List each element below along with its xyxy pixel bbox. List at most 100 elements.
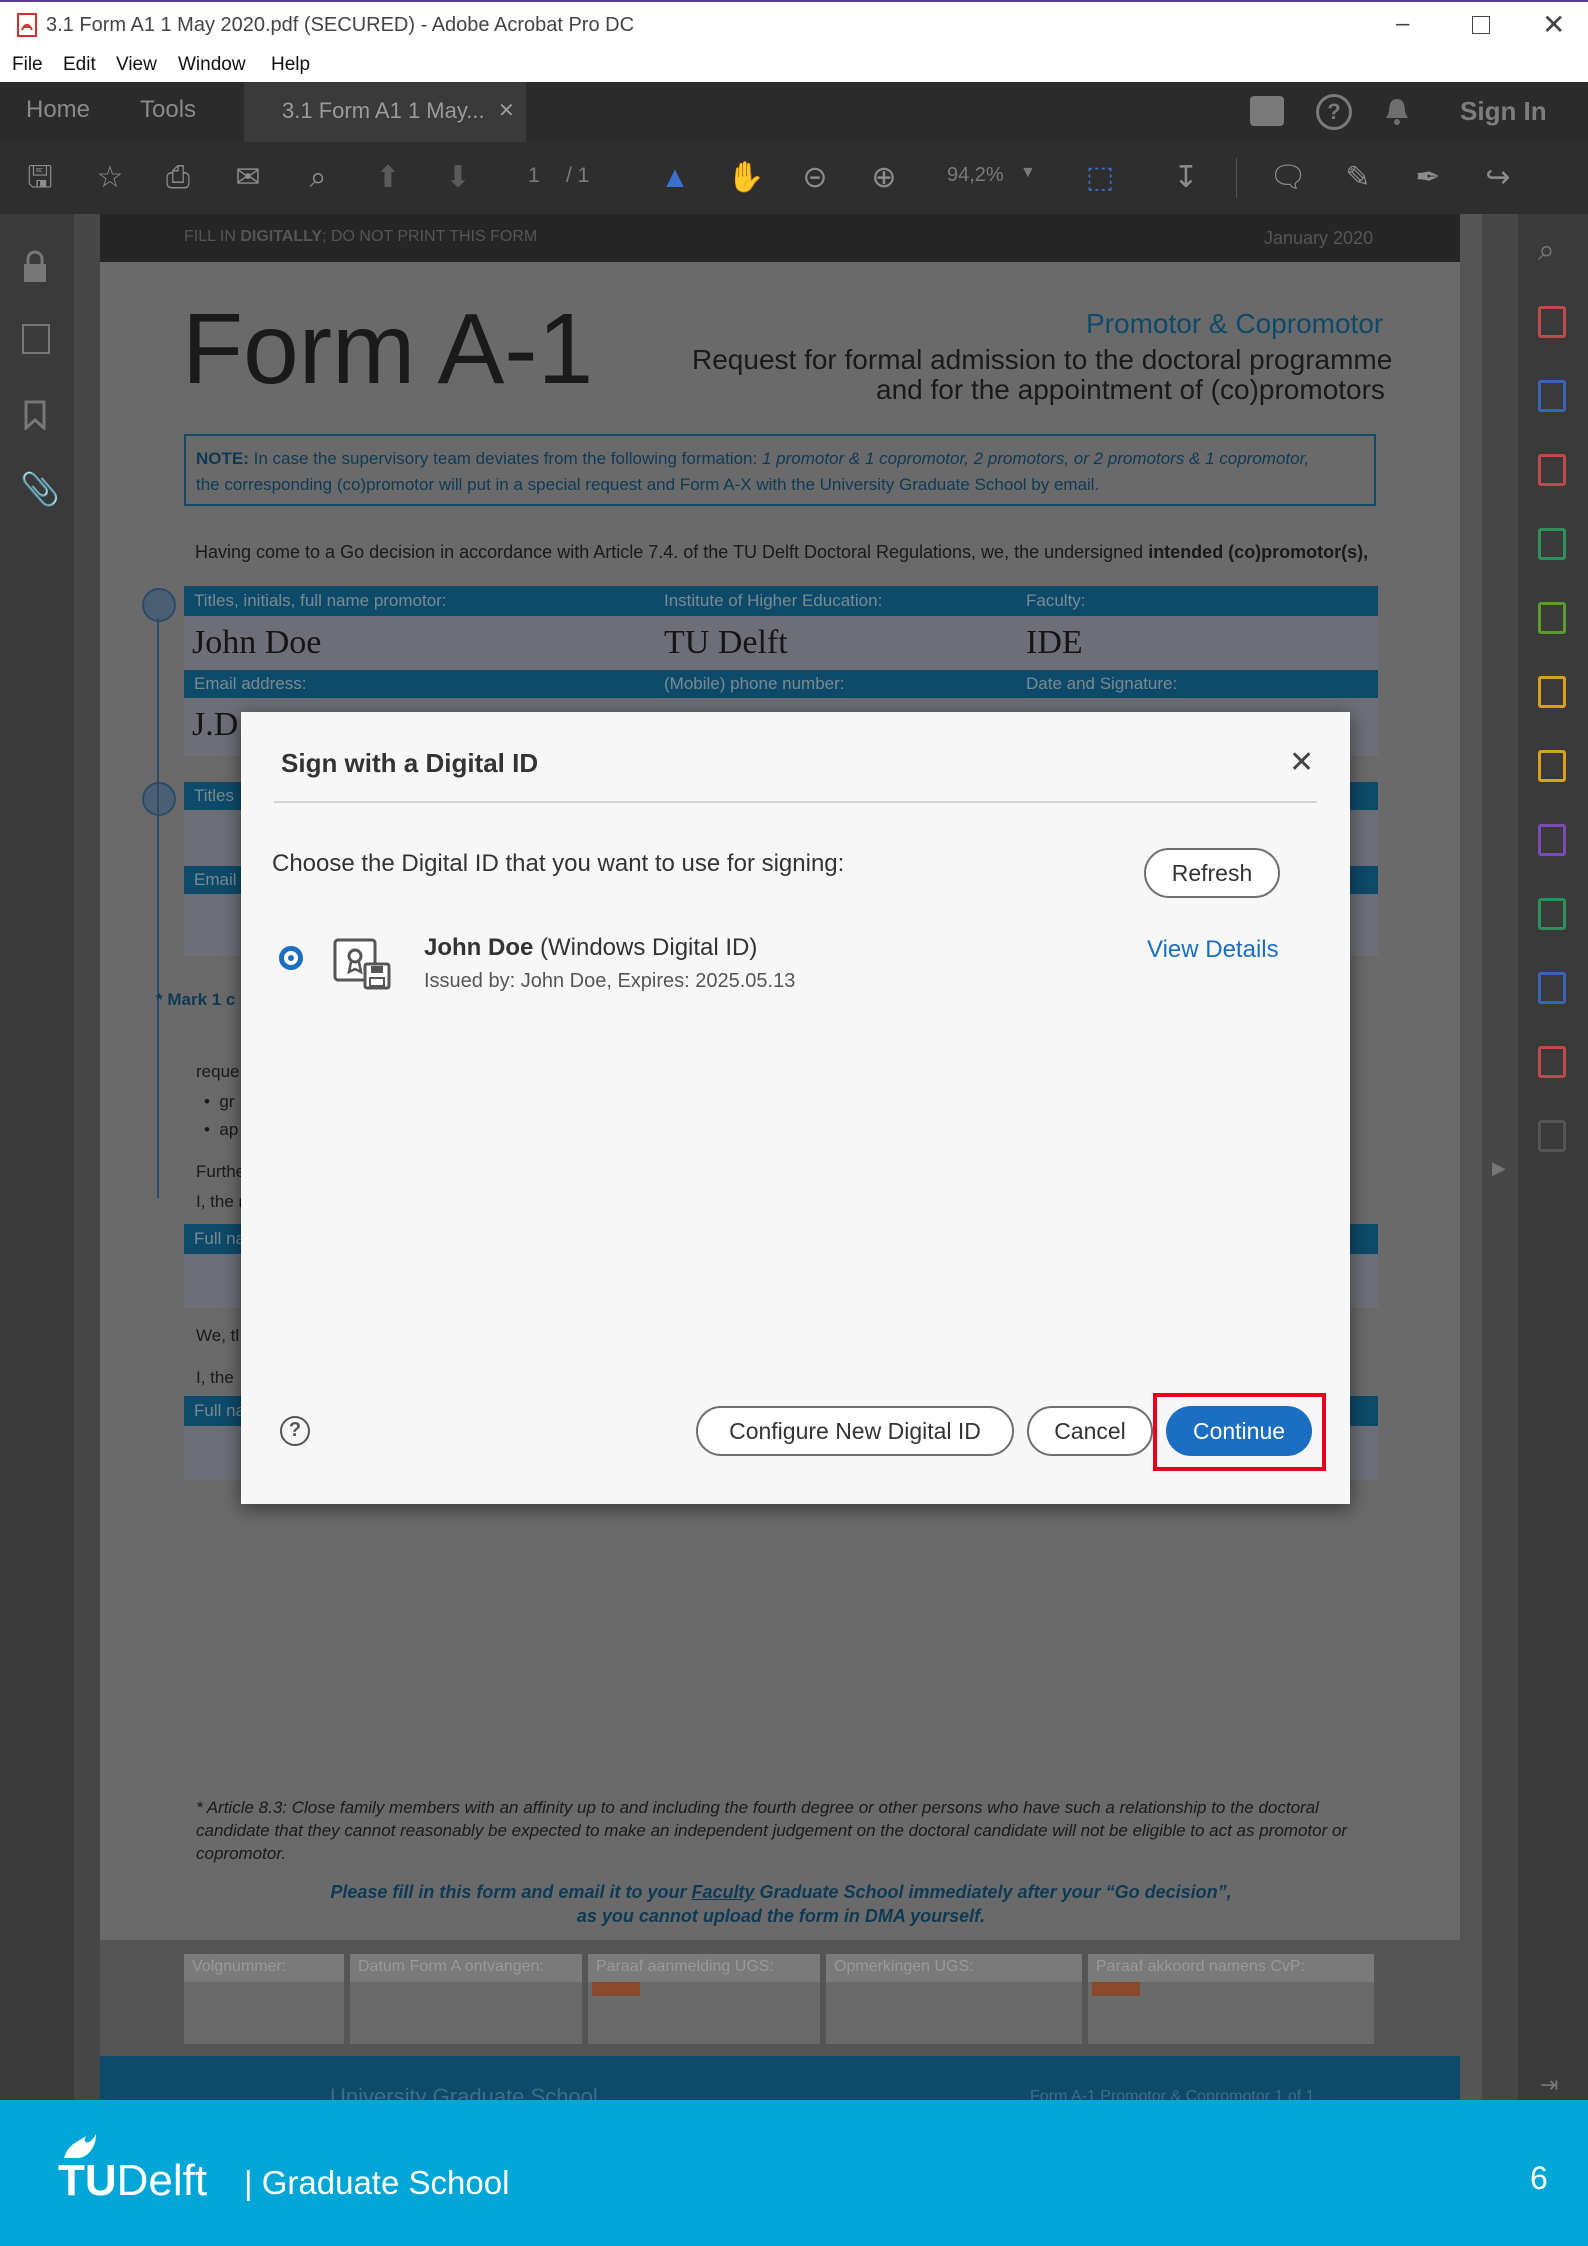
bottom-band: University Graduate School Form A-1 Prom… — [100, 2056, 1460, 2100]
radio-connector-line — [157, 618, 159, 1198]
intro-text: Having come to a Go decision in accordan… — [195, 542, 1369, 562]
office-col-2-label: Datum Form A ontvangen: — [358, 1958, 544, 1975]
zoom-in-icon[interactable]: ⊕ — [864, 158, 904, 198]
hand-tool-icon[interactable]: ✋ — [726, 158, 766, 198]
office-use-band: Volgnummer: Datum Form A ontvangen: Para… — [100, 1940, 1460, 2056]
lock-icon[interactable] — [22, 250, 48, 284]
scroll-mode-icon[interactable]: ↧ — [1166, 158, 1206, 198]
right-tool-3-icon[interactable] — [1538, 454, 1566, 486]
star-icon[interactable]: ☆ — [90, 158, 130, 198]
certificate-icon — [333, 938, 393, 990]
right-tool-4-icon[interactable] — [1538, 528, 1566, 560]
tab-home[interactable]: Home — [26, 96, 90, 124]
expand-pane-icon[interactable]: ⇥ — [1540, 2072, 1558, 2098]
share-icon[interactable]: ↪ — [1478, 158, 1518, 198]
menu-help[interactable]: Help — [271, 54, 310, 76]
comments-icon[interactable] — [1250, 96, 1284, 126]
full-name-label-1: Full na — [194, 1229, 246, 1248]
right-tool-1-icon[interactable] — [1538, 306, 1566, 338]
prev-page-icon[interactable]: ⬆ — [368, 158, 408, 198]
comment-icon[interactable]: 🗨 — [1268, 158, 1308, 198]
right-tool-11-icon[interactable] — [1538, 1046, 1566, 1078]
collapse-right-icon[interactable]: ▶ — [1492, 1158, 1506, 1179]
right-tool-12-icon[interactable] — [1538, 1120, 1566, 1152]
menu-window[interactable]: Window — [178, 54, 246, 76]
dialog-close-icon[interactable]: ✕ — [1289, 748, 1314, 778]
select-cursor-icon[interactable]: ▲ — [655, 158, 695, 198]
maximize-button[interactable] — [1472, 16, 1490, 34]
right-tool-7-icon[interactable] — [1538, 750, 1566, 782]
attachment-icon[interactable]: 📎 — [20, 470, 60, 508]
pages-thumbnail-icon[interactable] — [22, 324, 50, 354]
promotor-name-value[interactable]: John Doe — [192, 624, 321, 662]
right-tools-pane: ⌕ ⇥ — [1518, 214, 1588, 2100]
search-icon[interactable]: ⌕ — [298, 158, 338, 198]
tudelft-logo: TUDelft — [58, 2156, 207, 2206]
vertical-scrollbar[interactable] — [1458, 214, 1482, 2100]
sign-in-link[interactable]: Sign In — [1460, 96, 1547, 127]
list-item-1-partial: • gr — [204, 1092, 235, 1111]
close-window-button[interactable]: ✕ — [1542, 8, 1565, 41]
institute-value[interactable]: TU Delft — [664, 624, 788, 662]
right-tool-2-icon[interactable] — [1538, 380, 1566, 412]
note-box: NOTE: In case the supervisory team devia… — [184, 434, 1376, 506]
page-fit-icon[interactable]: ⬚ — [1080, 158, 1120, 198]
row2-label-phone: (Mobile) phone number: — [664, 674, 845, 693]
title-bar: 3.1 Form A1 1 May 2020.pdf (SECURED) - A… — [0, 0, 1588, 50]
right-tool-10-icon[interactable] — [1538, 972, 1566, 1004]
please-line2: as you cannot upload the form in DMA you… — [576, 1906, 986, 1926]
bookmark-icon[interactable] — [24, 400, 46, 432]
bell-icon[interactable] — [1383, 96, 1411, 126]
tudelft-footer: TUDelft | Graduate School 6 — [0, 2100, 1588, 2246]
next-page-icon[interactable]: ⬇ — [438, 158, 478, 198]
email-value-partial[interactable]: J.D — [192, 706, 238, 744]
mail-icon[interactable]: ✉ — [228, 158, 268, 198]
right-tool-9-icon[interactable] — [1538, 898, 1566, 930]
minimize-button[interactable]: – — [1396, 10, 1424, 40]
graduate-school-label: | Graduate School — [244, 2164, 510, 2201]
full-name-label-2: Full na — [194, 1401, 246, 1420]
search-pane-icon[interactable]: ⌕ — [1538, 234, 1555, 268]
digital-id-name: John Doe (Windows Digital ID) — [424, 934, 757, 962]
cancel-button[interactable]: Cancel — [1027, 1406, 1153, 1456]
acrobat-app-icon — [17, 13, 37, 37]
faculty-value[interactable]: IDE — [1026, 624, 1083, 662]
menu-edit[interactable]: Edit — [63, 54, 96, 76]
help-circle-icon[interactable]: ? — [280, 1416, 310, 1446]
sign-digital-id-dialog: Sign with a Digital ID ✕ Choose the Digi… — [241, 712, 1350, 1504]
menu-file[interactable]: File — [12, 54, 43, 76]
radio-promotor-1[interactable] — [142, 588, 176, 622]
radio-promotor-2[interactable] — [142, 782, 176, 816]
digital-id-radio[interactable] — [279, 946, 303, 970]
close-tab-icon[interactable]: ✕ — [498, 98, 515, 123]
zoom-level[interactable]: 94,2% — [947, 164, 1004, 187]
sign-icon[interactable]: ✒ — [1408, 158, 1448, 198]
tab-bar: Home Tools 3.1 Form A1 1 May... ✕ ? Sign… — [0, 82, 1588, 142]
we-the-partial: We, tl — [196, 1326, 240, 1345]
save-icon[interactable]: 🖫 — [20, 158, 60, 198]
tab-document[interactable]: 3.1 Form A1 1 May... ✕ — [244, 82, 526, 142]
zoom-out-icon[interactable]: ⊝ — [795, 158, 835, 198]
right-tool-8-icon[interactable] — [1538, 824, 1566, 856]
form-subtitle-line1: Request for formal admission to the doct… — [692, 344, 1393, 375]
zoom-dropdown-icon[interactable]: ▼ — [1020, 164, 1036, 182]
office-col-4-label: Opmerkingen UGS: — [834, 1958, 974, 1975]
continue-button[interactable]: Continue — [1166, 1406, 1312, 1456]
dialog-title-divider — [274, 801, 1317, 803]
row3-label-partial: Titles — [194, 786, 234, 805]
refresh-button[interactable]: Refresh — [1144, 848, 1280, 898]
form-title: Form A-1 — [182, 293, 594, 405]
right-tool-6-icon[interactable] — [1538, 676, 1566, 708]
help-icon[interactable]: ? — [1316, 94, 1352, 130]
page-number-input[interactable]: 1 — [528, 164, 540, 188]
left-navigation-pane: 📎 ◀ — [0, 214, 92, 2100]
configure-new-digital-id-button[interactable]: Configure New Digital ID — [696, 1406, 1014, 1456]
right-tool-5-icon[interactable] — [1538, 602, 1566, 634]
tab-tools[interactable]: Tools — [140, 96, 196, 124]
view-details-link[interactable]: View Details — [1147, 936, 1279, 964]
header-date: January 2020 — [1264, 228, 1374, 248]
print-icon[interactable]: ⎙ — [158, 158, 198, 198]
menu-view[interactable]: View — [116, 54, 157, 76]
highlight-pen-icon[interactable]: ✎ — [1338, 158, 1378, 198]
bottom-band-left: University Graduate School — [330, 2084, 598, 2100]
